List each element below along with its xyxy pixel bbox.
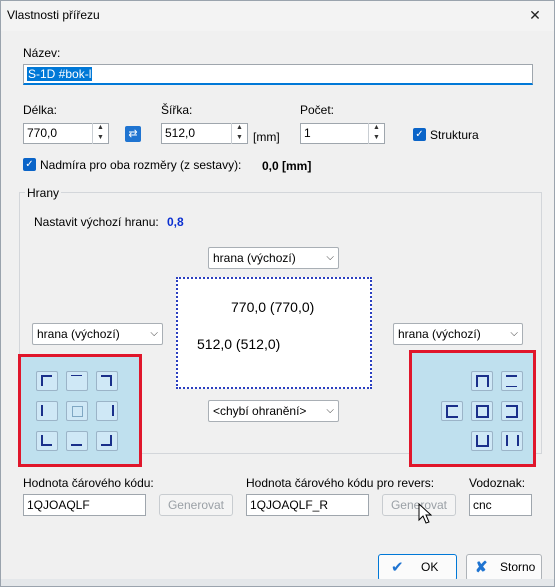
edge-left-button[interactable] xyxy=(36,401,58,421)
edges-group-label: Hrany xyxy=(25,186,62,200)
edge-bottom-icon xyxy=(71,435,82,446)
barcode-reverse-input[interactable]: 1QJOAQLF_R xyxy=(246,494,369,516)
watermark-input[interactable]: cnc xyxy=(469,494,532,516)
cancel-button[interactable]: ✘ Storno xyxy=(466,554,542,581)
right-edge-selector-panel xyxy=(409,350,536,467)
edge-parallel-icon xyxy=(506,375,517,387)
edge-all-sides-button[interactable] xyxy=(471,401,493,421)
edge-top-button[interactable] xyxy=(66,371,88,391)
barcode-reverse-label: Hodnota čárového kódu pro revers: xyxy=(246,476,435,490)
barcode-label: Hodnota čárového kódu: xyxy=(23,476,154,490)
edge-all-icon xyxy=(476,405,489,418)
left-edge-dropdown[interactable]: hrana (výchozí) ⌵ xyxy=(32,323,163,345)
default-edge-label: Nastavit výchozí hranu: xyxy=(34,215,159,229)
checkmark-icon: ✔ xyxy=(391,559,404,576)
edge-none-button[interactable] xyxy=(66,401,88,421)
width-label: Šířka: xyxy=(161,103,193,117)
chevron-down-icon: ⌵ xyxy=(150,328,158,339)
edge-three-sides-bottom-button[interactable] xyxy=(471,431,493,451)
panel-preview: 770,0 (770,0) 512,0 (512,0) xyxy=(176,277,372,389)
dialog-window: Vlastnosti přířezu ✕ Název: S-1D #bok-l … xyxy=(0,0,555,587)
close-icon[interactable]: ✕ xyxy=(524,5,546,25)
edge-corner-icon xyxy=(41,435,52,446)
edge-three-sides-left-button[interactable] xyxy=(441,401,463,421)
oversize-value: 0,0 [mm] xyxy=(262,159,312,173)
edge-none-icon xyxy=(72,406,83,417)
structure-checkbox[interactable]: ✓ xyxy=(413,128,426,141)
cross-icon: ✘ xyxy=(475,559,488,576)
edge-parallel-icon xyxy=(506,435,519,446)
edge-bottom-right-button[interactable] xyxy=(96,431,118,451)
window-title: Vlastnosti přířezu xyxy=(7,8,100,22)
top-edge-dropdown[interactable]: hrana (výchozí) ⌵ xyxy=(208,247,339,269)
chevron-down-icon: ⌵ xyxy=(326,252,334,263)
name-label: Název: xyxy=(23,46,61,60)
status-bar xyxy=(1,579,554,586)
right-edge-value: hrana (výchozí) xyxy=(398,327,481,341)
spin-down-icon[interactable]: ▼ xyxy=(93,133,108,143)
edge-top-right-button[interactable] xyxy=(96,371,118,391)
length-value: 770,0 xyxy=(27,126,58,140)
spin-up-icon[interactable]: ▲ xyxy=(232,123,247,133)
mouse-cursor-icon xyxy=(418,503,432,524)
edge-corner-icon xyxy=(41,375,52,386)
spin-down-icon[interactable]: ▼ xyxy=(232,133,247,143)
unit-label: [mm] xyxy=(253,130,280,144)
length-label: Délka: xyxy=(23,103,58,117)
watermark-value: cnc xyxy=(473,498,492,512)
edge-right-icon xyxy=(103,405,114,416)
bottom-edge-value: <chybí ohranění> xyxy=(213,404,307,418)
left-edge-selector-panel xyxy=(18,354,142,467)
edge-top-left-button[interactable] xyxy=(36,371,58,391)
right-edge-dropdown[interactable]: hrana (výchozí) ⌵ xyxy=(393,323,523,345)
generate-barcode-button[interactable]: Generovat xyxy=(159,494,233,516)
count-spinner[interactable]: ▲ ▼ xyxy=(368,123,384,144)
count-label: Počet: xyxy=(300,103,335,117)
oversize-checkbox[interactable]: ✓ xyxy=(23,158,36,171)
ok-button[interactable]: ✔ OK xyxy=(378,554,457,581)
edge-u-icon xyxy=(476,375,489,387)
preview-length: 770,0 (770,0) xyxy=(231,299,315,315)
cancel-label: Storno xyxy=(500,560,536,574)
edge-u-icon xyxy=(476,435,489,447)
edge-corner-icon xyxy=(101,435,112,446)
edge-u-icon xyxy=(506,405,518,418)
swap-icon[interactable]: ⇄ xyxy=(125,126,141,142)
edge-three-sides-top-button[interactable] xyxy=(471,371,493,391)
chevron-down-icon: ⌵ xyxy=(510,328,518,339)
edge-left-icon xyxy=(41,405,52,416)
barcode-reverse-value: 1QJOAQLF_R xyxy=(250,498,329,512)
left-edge-value: hrana (výchozí) xyxy=(37,327,120,341)
edge-top-bottom-button[interactable] xyxy=(501,371,523,391)
edge-three-sides-right-button[interactable] xyxy=(501,401,523,421)
count-value: 1 xyxy=(304,126,311,140)
spin-up-icon[interactable]: ▲ xyxy=(369,123,384,133)
title-bar: Vlastnosti přířezu ✕ xyxy=(1,1,554,31)
name-input[interactable]: S-1D #bok-l xyxy=(23,64,533,85)
barcode-value: 1QJOAQLF xyxy=(27,498,90,512)
edge-u-icon xyxy=(446,405,458,418)
ok-label: OK xyxy=(421,560,439,574)
width-value: 512,0 xyxy=(165,126,196,140)
structure-label: Struktura xyxy=(430,128,479,142)
edge-bottom-button[interactable] xyxy=(66,431,88,451)
edge-left-right-button[interactable] xyxy=(501,431,523,451)
preview-width: 512,0 (512,0) xyxy=(197,336,281,352)
name-value: S-1D #bok-l xyxy=(27,67,93,81)
chevron-down-icon: ⌵ xyxy=(326,405,334,416)
edge-bottom-left-button[interactable] xyxy=(36,431,58,451)
length-spinner[interactable]: ▲ ▼ xyxy=(92,123,108,144)
watermark-label: Vodoznak: xyxy=(469,476,526,490)
default-edge-value[interactable]: 0,8 xyxy=(167,215,184,229)
spin-up-icon[interactable]: ▲ xyxy=(93,123,108,133)
top-edge-value: hrana (výchozí) xyxy=(213,251,296,265)
spin-down-icon[interactable]: ▼ xyxy=(369,133,384,143)
edge-top-icon xyxy=(71,375,82,385)
oversize-label: Nadmíra pro oba rozměry (z sestavy): xyxy=(40,158,242,172)
bottom-edge-dropdown[interactable]: <chybí ohranění> ⌵ xyxy=(208,400,339,422)
edge-corner-icon xyxy=(101,375,112,386)
barcode-input[interactable]: 1QJOAQLF xyxy=(23,494,146,516)
width-spinner[interactable]: ▲ ▼ xyxy=(231,123,247,144)
edge-right-button[interactable] xyxy=(96,401,118,421)
